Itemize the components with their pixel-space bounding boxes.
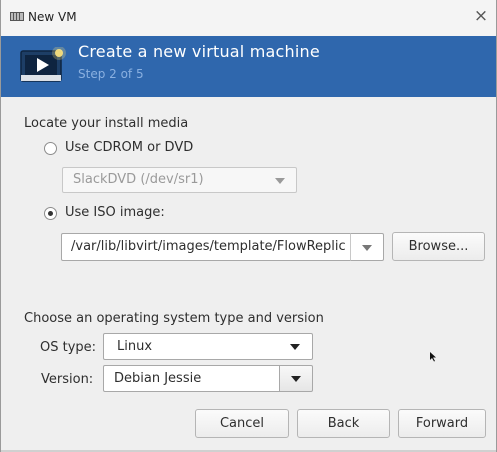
window-title: New VM xyxy=(28,10,77,24)
cancel-button[interactable]: Cancel xyxy=(195,409,289,438)
close-icon[interactable]: × xyxy=(471,6,491,26)
forward-button[interactable]: Forward xyxy=(398,409,486,438)
monitor-play-icon xyxy=(20,47,66,82)
mouse-pointer-icon xyxy=(430,352,436,362)
cdrom-device-value: SlackDVD (/dev/sr1) xyxy=(73,172,204,187)
chevron-down-icon xyxy=(290,344,300,350)
cdrom-label[interactable]: Use CDROM or DVD xyxy=(65,140,193,155)
install-media-heading: Locate your install media xyxy=(24,116,189,131)
iso-path-input[interactable]: /var/lib/libvirt/images/template/FlowRep… xyxy=(61,233,351,261)
version-label: Version: xyxy=(41,372,94,387)
chevron-down-icon xyxy=(291,376,301,382)
cdrom-device-select[interactable]: SlackDVD (/dev/sr1) xyxy=(62,167,297,193)
iso-label[interactable]: Use ISO image: xyxy=(65,205,165,220)
os-heading: Choose an operating system type and vers… xyxy=(24,311,324,326)
os-type-label: OS type: xyxy=(40,340,97,355)
banner-title: Create a new virtual machine xyxy=(78,42,320,61)
iso-path-value: /var/lib/libvirt/images/template/FlowRep… xyxy=(71,239,346,254)
cdrom-radio[interactable] xyxy=(44,142,57,155)
new-vm-window: New VM × Create a new virtual machine St… xyxy=(0,0,497,452)
title-bar[interactable]: New VM × xyxy=(1,0,496,37)
os-type-select[interactable]: Linux xyxy=(103,333,313,360)
os-type-value: Linux xyxy=(117,339,153,354)
back-button[interactable]: Back xyxy=(297,409,390,438)
step-indicator: Step 2 of 5 xyxy=(78,67,144,81)
version-dropdown[interactable] xyxy=(279,365,313,392)
version-input[interactable]: Debian Jessie xyxy=(103,365,280,392)
chevron-down-icon xyxy=(362,245,372,251)
iso-history-dropdown[interactable] xyxy=(350,233,384,261)
iso-radio[interactable] xyxy=(44,207,57,220)
browse-button[interactable]: Browse... xyxy=(392,232,485,261)
version-value: Debian Jessie xyxy=(114,371,202,386)
app-icon xyxy=(10,12,24,21)
chevron-down-icon xyxy=(275,178,285,184)
